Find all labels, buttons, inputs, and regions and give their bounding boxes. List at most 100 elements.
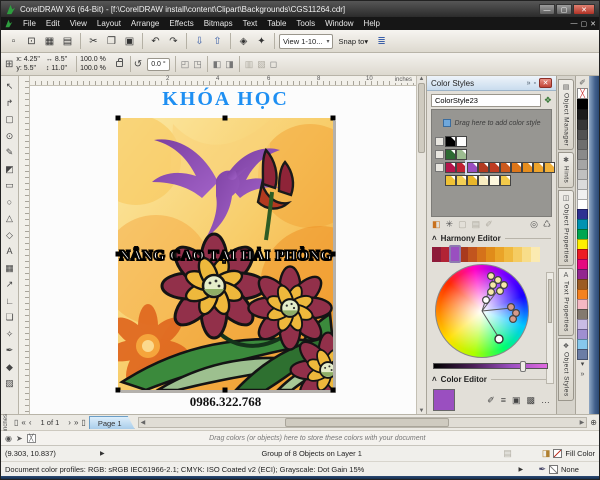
no-color-swatch[interactable]: ╳: [577, 88, 588, 99]
toolbox-tool-button[interactable]: ▭: [2, 177, 17, 194]
fill-bucket-icon[interactable]: ◨: [542, 448, 551, 459]
scale-v-field[interactable]: 100.0 %: [80, 64, 106, 73]
harmony-color-segment[interactable]: [522, 246, 531, 262]
menu-item[interactable]: Bitmaps: [199, 17, 238, 30]
color-style-swatch[interactable]: [467, 175, 478, 186]
menu-item[interactable]: View: [65, 17, 92, 30]
selection-handle[interactable]: [222, 387, 228, 393]
toolbox-tool-button[interactable]: ↱: [2, 95, 17, 112]
palette-flyout-icon[interactable]: ◉: [5, 434, 12, 443]
object-width-field[interactable]: ↔ 8.5": [46, 55, 67, 64]
zoom-levels-dropdown[interactable]: View 1-10... ▾: [279, 33, 334, 49]
object-height-field[interactable]: ↕ 11.0": [46, 64, 67, 73]
horizontal-scrollbar[interactable]: ◀ ▶: [137, 417, 588, 428]
slider-handle[interactable]: [519, 361, 526, 372]
toolbox-tool-button[interactable]: ⊙: [2, 128, 17, 145]
toolbox-tool-button[interactable]: ✧: [2, 326, 17, 343]
save-icon[interactable]: ▦: [41, 33, 58, 50]
menu-item[interactable]: Layout: [92, 17, 126, 30]
selection-handle[interactable]: [115, 251, 121, 257]
docker-collapse-icon[interactable]: ▫: [534, 80, 536, 87]
color-style-swatch[interactable]: [489, 175, 500, 186]
harmony-color-segment[interactable]: [477, 246, 486, 262]
toolbox-tool-button[interactable]: A: [2, 243, 17, 260]
color-sliders-icon[interactable]: ≡: [501, 395, 506, 405]
paste-icon[interactable]: ▣: [121, 33, 138, 50]
toolbox-tool-button[interactable]: ▢: [2, 111, 17, 128]
toolbox-tool-button[interactable]: ◇: [2, 227, 17, 244]
print-icon[interactable]: ▤: [59, 33, 76, 50]
harmony-color-segment[interactable]: [531, 246, 540, 262]
vertical-ruler[interactable]: [19, 76, 30, 414]
scroll-up-icon[interactable]: ▲: [417, 76, 426, 82]
docker-tab[interactable]: ◫ Object Properties: [558, 189, 574, 267]
close-button[interactable]: ✕: [573, 3, 595, 15]
options-icon[interactable]: ≣: [373, 33, 390, 50]
menu-item[interactable]: Arrange: [126, 17, 164, 30]
color-style-swatch[interactable]: [489, 162, 500, 173]
style-folder-icon[interactable]: [435, 150, 444, 159]
style-selector-icon[interactable]: ◎: [530, 219, 538, 230]
color-style-swatch[interactable]: [544, 162, 555, 173]
outline-pen-icon[interactable]: ✒: [538, 464, 546, 475]
minimize-button[interactable]: —: [539, 3, 555, 15]
color-style-swatch[interactable]: [500, 175, 511, 186]
profiles-flyout-icon[interactable]: ▶: [518, 466, 538, 473]
color-style-swatch[interactable]: [445, 136, 456, 147]
menu-item[interactable]: Table: [262, 17, 291, 30]
cut-icon[interactable]: ✂: [85, 33, 102, 50]
toolbox-tool-button[interactable]: ❏: [2, 309, 17, 326]
doc-restore-button[interactable]: ▢: [581, 20, 588, 28]
delete-style-icon[interactable]: ♺: [543, 219, 551, 230]
more-options-icon[interactable]: …: [541, 395, 550, 405]
color-style-swatch[interactable]: [456, 175, 467, 186]
menu-item[interactable]: Text: [238, 17, 263, 30]
open-icon[interactable]: ⊡: [23, 33, 40, 50]
scroll-right-icon[interactable]: ▶: [578, 419, 587, 426]
edit-bitmap-icon[interactable]: ◧: [213, 59, 222, 70]
doc-close-button[interactable]: ✕: [590, 20, 596, 28]
new-style-from-selected-icon[interactable]: ❖: [544, 95, 552, 106]
add-page-icon[interactable]: ▯: [81, 418, 85, 427]
color-style-swatch[interactable]: [522, 162, 533, 173]
application-launcher-icon[interactable]: ◈: [235, 33, 252, 50]
snap-to-dropdown[interactable]: Snap to ▾: [334, 37, 372, 46]
palette-eyedropper-icon[interactable]: ✐: [579, 77, 586, 88]
docker-close-icon[interactable]: ✕: [539, 78, 552, 88]
welcome-screen-icon[interactable]: ✦: [253, 33, 270, 50]
selection-handle[interactable]: [330, 251, 336, 257]
next-page-icon[interactable]: ›: [68, 418, 71, 427]
maximize-button[interactable]: ▢: [556, 3, 572, 15]
toolbox-tool-button[interactable]: ✎: [2, 144, 17, 161]
current-color-swatch[interactable]: [433, 389, 455, 411]
import-icon[interactable]: ⇩: [191, 33, 208, 50]
toolbox-tool-button[interactable]: ✒: [2, 342, 17, 359]
horizontal-ruler[interactable]: 2 4 6 8 10 inches: [30, 76, 416, 86]
scrollbar-thumb[interactable]: [284, 418, 449, 427]
trace-bitmap-icon[interactable]: ◨: [225, 59, 234, 70]
course-heading-text[interactable]: KHÓA HỌC: [88, 88, 363, 111]
undo-icon[interactable]: ↶: [147, 33, 164, 50]
menu-item[interactable]: File: [18, 17, 41, 30]
rotation-angle-field[interactable]: 0.0 °: [147, 57, 170, 71]
collapse-section-icon[interactable]: ˄: [432, 234, 437, 243]
toolbox-tool-button[interactable]: △: [2, 210, 17, 227]
toolbox-tool-button[interactable]: ▦: [2, 260, 17, 277]
toolbox-tool-button[interactable]: ◆: [2, 359, 17, 376]
toolbox-tool-button[interactable]: ∟: [2, 293, 17, 310]
copy-icon[interactable]: ❐: [103, 33, 120, 50]
harmony-color-segment[interactable]: [468, 246, 477, 262]
drawing-canvas[interactable]: KHÓA HỌC NÂNG CAO TẠI HẢI PHÒNG 0986.322…: [30, 86, 416, 414]
harmony-color-segment[interactable]: [495, 246, 504, 262]
docker-tab[interactable]: A Text Properties: [558, 268, 574, 337]
palette-marker-icon[interactable]: ➤: [16, 434, 23, 443]
export-icon[interactable]: ⇧: [209, 33, 226, 50]
toolbox-tool-button[interactable]: ◩: [2, 161, 17, 178]
previous-page-icon[interactable]: ‹: [29, 418, 32, 427]
color-style-swatch[interactable]: [465, 160, 480, 175]
style-folder-icon[interactable]: [435, 163, 444, 172]
new-color-style-icon[interactable]: ◧: [432, 219, 441, 230]
palette-flyout-icon[interactable]: »: [581, 370, 585, 380]
palette-scroll-down-icon[interactable]: ▾: [581, 360, 585, 370]
color-style-swatch[interactable]: [511, 162, 522, 173]
